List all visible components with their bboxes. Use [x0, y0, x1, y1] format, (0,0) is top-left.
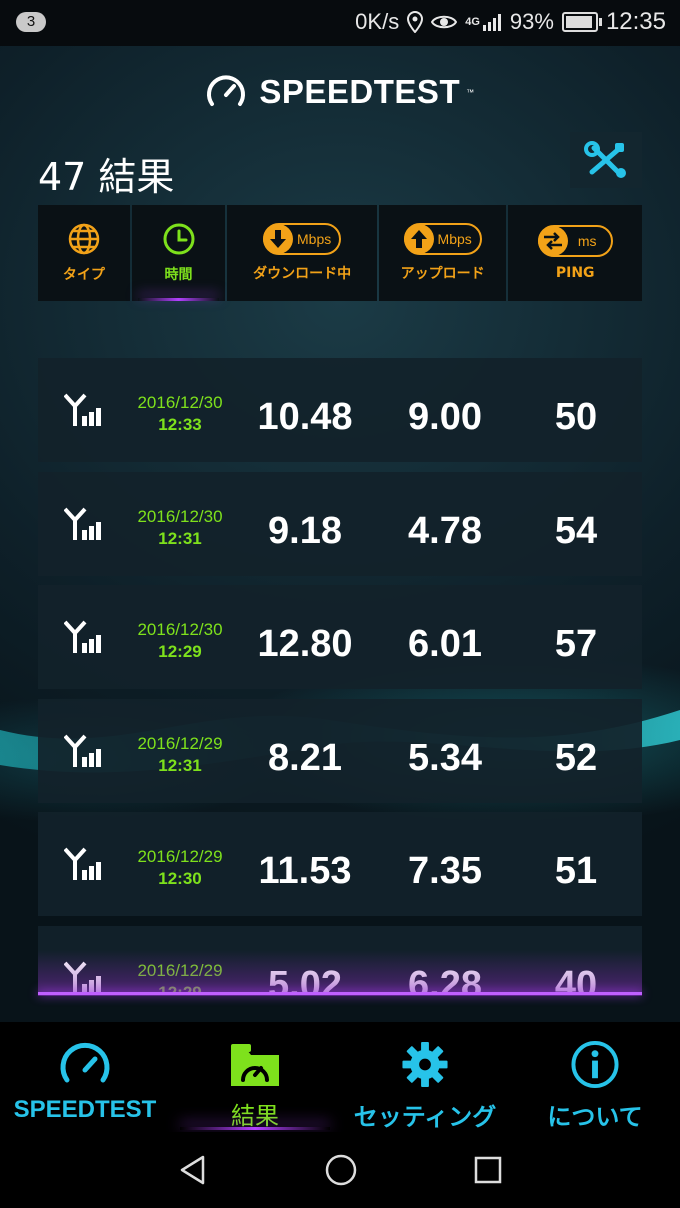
notification-badge: 3 — [16, 12, 46, 32]
result-time: 12:29 — [158, 642, 202, 661]
result-time: 12:31 — [158, 528, 202, 548]
result-date: 2016/12/29 — [137, 960, 223, 980]
result-row[interactable]: 2016/12/30 12:31 9.18 4.78 54 — [38, 471, 642, 576]
result-download: 9.18 — [268, 509, 342, 552]
sort-by-time[interactable]: 時間 — [131, 205, 226, 301]
net-speed: 0K/s — [355, 9, 400, 34]
nav-settings[interactable]: セッティング — [340, 1022, 510, 1132]
battery-percent: 93% — [509, 9, 554, 34]
result-ping: 40 — [554, 963, 598, 995]
bottom-nav: SPEEDTEST 結果 セッティング について — [0, 1022, 680, 1132]
result-download: 11.53 — [258, 850, 352, 892]
result-ping: 50 — [554, 396, 598, 438]
list-bottom-glow — [38, 992, 642, 995]
sort-upload-label: アップロード — [400, 266, 485, 282]
result-row[interactable]: 2016/12/29 12:29 5.02 6.28 40 — [38, 925, 642, 995]
download-arrow-icon — [270, 230, 286, 248]
nav-results[interactable]: 結果 — [170, 1022, 340, 1132]
sort-time-label: 時間 — [164, 267, 193, 283]
speedometer-icon — [207, 75, 246, 106]
result-upload: 6.28 — [408, 963, 482, 995]
sort-by-ping[interactable]: ms PING — [508, 205, 642, 301]
result-time: 12:33 — [158, 415, 202, 434]
sort-type-label: タイプ — [62, 267, 105, 283]
result-upload: 7.35 — [408, 850, 482, 892]
result-time: 12:30 — [158, 869, 202, 888]
speedometer-icon — [60, 1042, 110, 1083]
folder-speedometer-icon — [231, 1044, 279, 1086]
result-date: 2016/12/30 — [137, 393, 223, 412]
nav-about[interactable]: について — [510, 1022, 680, 1132]
result-ping: 51 — [554, 850, 598, 892]
brand-header: SPEEDTEST ™ — [0, 66, 680, 118]
tools-icon — [584, 141, 626, 178]
result-row[interactable]: 2016/12/30 12:33 10.48 9.00 50 — [38, 358, 642, 462]
status-bar: 3 0K/s 4G 93% 12:35 — [0, 0, 680, 46]
clock-icon — [163, 223, 195, 255]
result-row[interactable]: 2016/12/30 12:29 12.80 6.01 57 — [38, 585, 642, 689]
back-icon[interactable] — [177, 1154, 209, 1186]
result-download: 8.21 — [268, 736, 342, 779]
upload-arrow-icon — [410, 230, 427, 248]
nav-results-label: 結果 — [231, 1102, 279, 1130]
result-upload: 6.01 — [408, 623, 482, 665]
recents-icon[interactable] — [473, 1155, 503, 1185]
ping-unit: ms — [577, 233, 597, 249]
result-ping: 57 — [554, 623, 598, 665]
signal-icon — [64, 847, 101, 880]
signal-icon — [64, 507, 101, 540]
result-upload: 9.00 — [408, 396, 482, 438]
brand-name: SPEEDTEST — [259, 73, 461, 110]
nav-about-label: について — [547, 1103, 643, 1131]
sort-by-download[interactable]: Mbps ダウンロード中 — [227, 205, 377, 301]
result-download: 10.48 — [257, 396, 353, 438]
result-row[interactable]: 2016/12/29 12:30 11.53 7.35 51 — [38, 812, 642, 916]
upload-unit: Mbps — [437, 231, 472, 247]
eye-icon — [431, 15, 458, 29]
signal-icon — [64, 961, 101, 994]
signal-icon — [64, 734, 101, 767]
battery-icon — [561, 12, 602, 32]
sort-bar: タイプ 時間 Mbps ダウンロード中 Mbps アップロード ms PING — [38, 205, 642, 301]
result-date: 2016/12/30 — [137, 620, 223, 639]
sort-ping-label: PING — [555, 265, 595, 281]
swap-arrows-icon — [543, 232, 562, 250]
tools-button[interactable] — [570, 132, 642, 188]
network-type: 4G — [465, 16, 480, 28]
nav-speedtest-label: SPEEDTEST — [13, 1096, 157, 1123]
nav-speedtest[interactable]: SPEEDTEST — [0, 1022, 170, 1132]
cell-signal-icon — [482, 14, 501, 31]
brand-trademark: ™ — [466, 87, 475, 97]
location-icon — [407, 11, 424, 33]
result-time: 12:31 — [158, 755, 202, 775]
result-row[interactable]: 2016/12/29 12:31 8.21 5.34 52 — [38, 698, 642, 803]
gear-icon — [402, 1041, 448, 1088]
result-date: 2016/12/29 — [137, 733, 223, 753]
info-icon — [571, 1040, 619, 1089]
signal-icon — [64, 620, 101, 653]
sort-by-type[interactable]: タイプ — [38, 205, 130, 301]
result-date: 2016/12/29 — [137, 847, 223, 866]
sort-by-upload[interactable]: Mbps アップロード — [378, 205, 507, 301]
result-download: 12.80 — [257, 623, 353, 665]
home-icon[interactable] — [324, 1153, 358, 1187]
globe-icon — [68, 223, 100, 255]
results-list[interactable]: 2016/12/30 12:33 10.48 9.00 50 2016/12/3… — [38, 358, 642, 994]
result-upload: 5.34 — [408, 736, 482, 779]
sort-download-label: ダウンロード中 — [253, 266, 352, 282]
result-ping: 52 — [554, 736, 598, 779]
nav-settings-label: セッティング — [353, 1103, 497, 1131]
results-count-title: 47 結果 — [38, 155, 175, 199]
signal-icon — [64, 393, 101, 426]
result-upload: 4.78 — [408, 509, 482, 552]
system-nav-bar — [0, 1132, 680, 1208]
result-download: 5.02 — [268, 963, 342, 995]
result-date: 2016/12/30 — [137, 506, 223, 526]
result-ping: 54 — [554, 509, 598, 552]
download-unit: Mbps — [297, 231, 332, 247]
status-time: 12:35 — [605, 8, 666, 35]
